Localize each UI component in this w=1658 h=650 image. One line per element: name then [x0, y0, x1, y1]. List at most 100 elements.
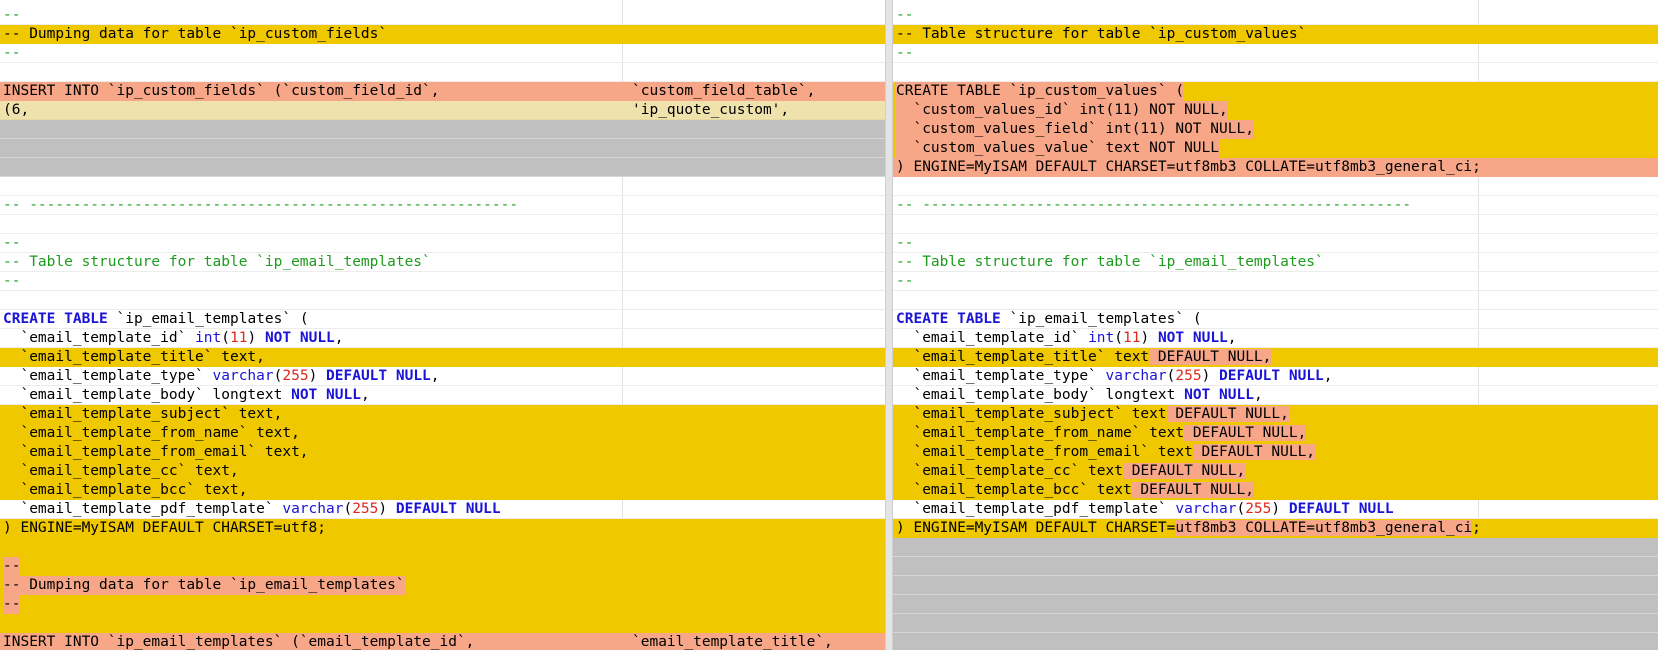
sql-number: 255: [352, 501, 379, 517]
right-line-11: -- -------------------------------------…: [893, 196, 1658, 215]
line-text: -- Dumping data for table `ip_email_temp…: [3, 576, 405, 595]
left-line-5: INSERT INTO `ip_custom_fields` (`custom_…: [0, 82, 885, 101]
right-line-13: --: [893, 234, 1658, 253]
sql-number: 11: [1123, 330, 1141, 346]
sql-text: ): [1201, 368, 1220, 384]
sql-keyword: DEFAULT NULL: [1219, 368, 1324, 384]
left-line-17: `email_template_type` varchar(255) DEFAU…: [0, 367, 885, 386]
right-line-20: `email_template_type` varchar(255) DEFAU…: [893, 367, 1658, 386]
left-line-13: [0, 291, 885, 310]
line-text: `email_template_from_email` text,: [3, 444, 309, 460]
sql-text: (: [1236, 501, 1246, 517]
changed-text: DEFAULT NULL,: [1166, 406, 1289, 422]
left-line-7: [0, 177, 885, 196]
line-text: `email_template_pdf_template` varchar(25…: [3, 500, 500, 519]
sql-keyword: NOT NULL: [291, 387, 361, 403]
line-text: ) ENGINE=MyISAM DEFAULT CHARSET=utf8;: [3, 520, 327, 536]
left-line-23: `email_template_bcc` text,: [0, 481, 885, 500]
left-line-18: `email_template_body` longtext NOT NULL,: [0, 386, 885, 405]
sql-text: `email_template_pdf_template`: [3, 501, 283, 517]
line-text: -- -------------------------------------…: [896, 197, 1412, 213]
sql-text: `email_template_subject` text: [896, 406, 1167, 422]
line-text: `email_template_from_name` text DEFAULT …: [896, 424, 1307, 443]
sql-type: int: [195, 330, 222, 346]
sql-text: `email_template_body` longtext: [3, 387, 292, 403]
sql-number: 255: [1245, 501, 1272, 517]
sql-text: `email_template_pdf_template`: [896, 501, 1176, 517]
left-line-29: --: [0, 595, 885, 614]
left-line-28: -- Dumping data for table `ip_email_temp…: [0, 576, 885, 595]
line-text: `email_template_title` text,: [3, 349, 265, 365]
sql-text: `email_template_from_email` text: [896, 444, 1193, 460]
sql-keyword: CREATE TABLE: [3, 311, 108, 327]
left-line-30: [0, 614, 885, 633]
sql-number: 11: [230, 330, 248, 346]
sql-type: varchar: [212, 368, 274, 384]
right-line-8: `custom_values_value` text NOT NULL: [893, 139, 1658, 158]
right-line-4: [893, 63, 1658, 82]
right-line-17: CREATE TABLE `ip_email_templates` (: [893, 310, 1658, 329]
sql-keyword: NOT NULL: [264, 330, 335, 346]
right-line-5: CREATE TABLE `ip_custom_values` (: [893, 82, 1658, 101]
left-line-6: (6, 'ip_quote_custom',: [0, 101, 885, 120]
sql-text: ): [308, 368, 327, 384]
line-text: -- Table structure for table `ip_email_t…: [3, 254, 431, 270]
line-text: `email_template_type` varchar(255) DEFAU…: [3, 367, 439, 386]
line-text-column-2: `email_template_title`,: [632, 634, 833, 650]
left-file-pane[interactable]: -- -- Dumping data for table `ip_custom_…: [0, 0, 885, 650]
line-text: `email_template_cc` text DEFAULT NULL,: [896, 462, 1246, 481]
right-file-pane[interactable]: -- -- Table structure for table `ip_cust…: [893, 0, 1658, 650]
right-line-6: `custom_values_id` int(11) NOT NULL,: [893, 101, 1658, 120]
pane-splitter[interactable]: [885, 0, 893, 650]
right-line-25: `email_template_cc` text DEFAULT NULL,: [893, 462, 1658, 481]
right-line-15: --: [893, 272, 1658, 291]
sql-text: `email_template_type`: [896, 368, 1106, 384]
right-line-16: [893, 291, 1658, 310]
right-line-14: -- Table structure for table `ip_email_t…: [893, 253, 1658, 272]
line-text: `email_template_from_email` text DEFAULT…: [896, 443, 1316, 462]
sql-text: ) ENGINE=MyISAM DEFAULT CHARSET=: [896, 520, 1176, 536]
left-line-22: `email_template_cc` text,: [0, 462, 885, 481]
left-line-12: --: [0, 272, 885, 291]
sql-text: (: [221, 330, 230, 346]
sql-text: (: [1114, 330, 1123, 346]
sql-type: int: [1088, 330, 1115, 346]
left-line-24: `email_template_pdf_template` varchar(25…: [0, 500, 885, 519]
line-text: --: [896, 7, 914, 23]
right-lines: -- -- Table structure for table `ip_cust…: [893, 6, 1658, 650]
line-text: `email_template_id` int(11) NOT NULL,: [896, 329, 1236, 348]
line-text: `email_template_type` varchar(255) DEFAU…: [896, 367, 1332, 386]
line-text: `email_template_bcc` text DEFAULT NULL,: [896, 481, 1254, 500]
sql-text: ,: [360, 387, 370, 403]
line-text: `custom_values_id` int(11) NOT NULL,: [896, 101, 1228, 120]
sql-number: 255: [1175, 368, 1202, 384]
line-text-column-2: 'ip_quote_custom',: [632, 102, 790, 118]
sql-type: varchar: [282, 501, 344, 517]
line-text-column-2: `custom_field_table`,: [632, 83, 816, 99]
right-line-19: `email_template_title` text DEFAULT NULL…: [893, 348, 1658, 367]
left-line-27: --: [0, 557, 885, 576]
right-line-24: `email_template_from_email` text DEFAULT…: [893, 443, 1658, 462]
sql-keyword: NOT NULL: [1184, 387, 1254, 403]
right-gap-line: [893, 538, 1658, 557]
sql-text: ): [247, 330, 265, 346]
right-line-26: `email_template_bcc` text DEFAULT NULL,: [893, 481, 1658, 500]
line-text: --: [896, 273, 914, 289]
changed-text: DEFAULT NULL,: [1184, 425, 1307, 441]
line-text: `email_template_subject` text DEFAULT NU…: [896, 405, 1289, 424]
sql-text: ): [1271, 501, 1289, 517]
right-gap-line: [893, 557, 1658, 576]
left-line-15: `email_template_id` int(11) NOT NULL,: [0, 329, 885, 348]
sql-keyword: CREATE TABLE: [896, 311, 1001, 327]
right-line-9: ) ENGINE=MyISAM DEFAULT CHARSET=utf8mb3 …: [893, 158, 1658, 177]
line-text: -- -------------------------------------…: [3, 197, 519, 213]
right-line-27: `email_template_pdf_template` varchar(25…: [893, 500, 1658, 519]
sql-text: `ip_email_templates` (: [107, 311, 309, 327]
line-text: CREATE TABLE `ip_email_templates` (: [3, 310, 309, 329]
left-lines: -- -- Dumping data for table `ip_custom_…: [0, 6, 885, 650]
left-line-1: --: [0, 6, 885, 25]
left-line-10: --: [0, 234, 885, 253]
line-text: `email_template_body` longtext NOT NULL,: [896, 386, 1262, 405]
left-gap-line: [0, 158, 885, 177]
sql-text: ;: [1472, 520, 1481, 536]
